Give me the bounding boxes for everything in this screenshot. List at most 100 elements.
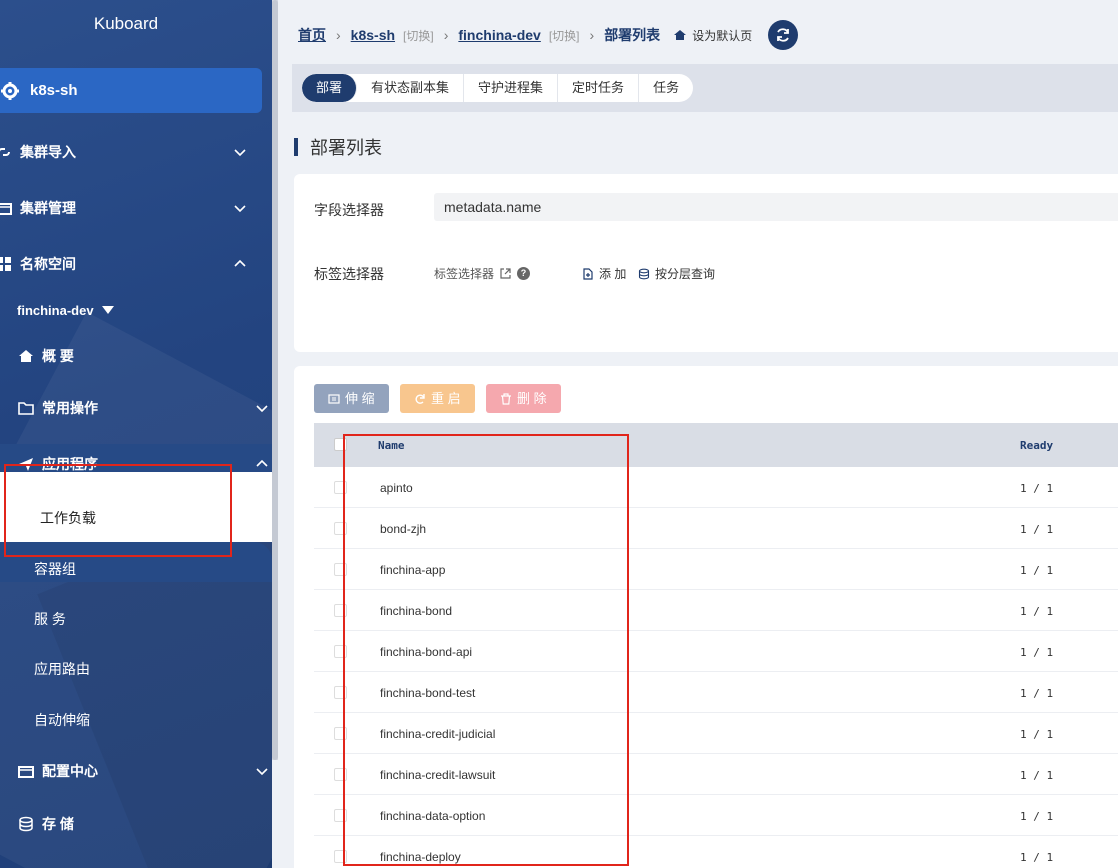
brand-logo: Kuboard: [93, 14, 159, 33]
set-default-label: 设为默认页: [692, 28, 753, 43]
deployment-name[interactable]: finchina-bond-test: [380, 686, 475, 700]
sidebar-item-storage[interactable]: 存 储: [18, 804, 272, 844]
deployment-ready: 1 / 1: [1020, 605, 1054, 618]
sidebar-item-services[interactable]: 服 务: [34, 609, 66, 629]
breadcrumb-home[interactable]: 首页: [298, 25, 326, 45]
sidebar-item-common-ops[interactable]: 常用操作: [18, 388, 272, 428]
deployment-table-panel: 伸 缩 重 启 删 除 Name Ready apinto 1 / 1 bond…: [294, 366, 1118, 868]
row-checkbox[interactable]: [334, 850, 347, 863]
chevron-right-icon: ›: [336, 27, 341, 43]
sidebar-scrollbar[interactable]: [272, 0, 278, 760]
tab-jobs[interactable]: 任务: [639, 74, 693, 102]
table-row[interactable]: finchina-credit-judicial 1 / 1: [314, 713, 1118, 754]
hierarchical-query-text: 按分层查询: [655, 267, 716, 281]
breadcrumb-current: 部署列表: [604, 27, 661, 43]
resize-icon: [328, 393, 340, 404]
row-checkbox[interactable]: [334, 481, 347, 494]
table-row[interactable]: bond-zjh 1 / 1: [314, 508, 1118, 549]
row-checkbox[interactable]: [334, 809, 347, 822]
page-title-text: 部署列表: [310, 138, 382, 158]
sidebar-item-pods[interactable]: 容器组: [34, 559, 76, 579]
sidebar-cluster-k8s-sh[interactable]: k8s-sh: [0, 68, 262, 113]
refresh-icon: [777, 28, 790, 42]
row-checkbox[interactable]: [334, 522, 347, 535]
deployment-name[interactable]: apinto: [380, 481, 413, 495]
sidebar-item-overview[interactable]: 概 要: [18, 336, 272, 376]
sidebar-item-config-center[interactable]: 配置中心: [18, 751, 272, 791]
deployment-ready: 1 / 1: [1020, 646, 1054, 659]
select-all-checkbox[interactable]: [334, 438, 347, 451]
chevron-down-icon: [234, 149, 246, 157]
sidebar-item-label: 集群导入: [20, 144, 76, 160]
breadcrumb-cluster[interactable]: k8s-sh: [351, 27, 395, 43]
namespace-selector[interactable]: finchina-dev: [17, 290, 272, 330]
sidebar-item-apps[interactable]: 应用程序: [18, 444, 272, 484]
restart-label: 重 启: [431, 391, 461, 406]
row-checkbox[interactable]: [334, 727, 347, 740]
table-row[interactable]: finchina-credit-lawsuit 1 / 1: [314, 754, 1118, 795]
deployment-name[interactable]: finchina-deploy: [380, 850, 461, 864]
table-row[interactable]: finchina-data-option 1 / 1: [314, 795, 1118, 836]
table-row[interactable]: finchina-deploy 1 / 1: [314, 836, 1118, 868]
breadcrumb-namespace[interactable]: finchina-dev: [458, 27, 540, 43]
deployment-name[interactable]: finchina-data-option: [380, 809, 485, 823]
deployment-name[interactable]: finchina-bond-api: [380, 645, 472, 659]
breadcrumb-cluster-switch[interactable]: [切换]: [403, 27, 434, 44]
row-checkbox[interactable]: [334, 686, 347, 699]
row-checkbox[interactable]: [334, 645, 347, 658]
row-checkbox[interactable]: [334, 604, 347, 617]
tab-cronjobs[interactable]: 定时任务: [558, 74, 640, 102]
row-checkbox[interactable]: [334, 768, 347, 781]
help-icon[interactable]: ?: [517, 267, 531, 280]
deployment-name[interactable]: finchina-credit-judicial: [380, 727, 495, 741]
hierarchical-query-button[interactable]: 按分层查询: [638, 265, 715, 282]
deployment-name[interactable]: finchina-credit-lawsuit: [380, 768, 495, 782]
field-selector-label: 字段选择器: [314, 202, 384, 218]
sidebar: Kuboard k8s-sh 集群导入 集群管理 名称空间 finchina-d…: [0, 0, 272, 868]
sidebar-item-workloads[interactable]: 工作负载: [0, 472, 272, 542]
deployment-ready: 1 / 1: [1020, 523, 1054, 536]
table-row[interactable]: finchina-bond-api 1 / 1: [314, 631, 1118, 672]
sidebar-item-label: 名称空间: [20, 256, 76, 272]
deployment-name[interactable]: bond-zjh: [380, 522, 426, 536]
table-row[interactable]: apinto 1 / 1: [314, 467, 1118, 508]
sidebar-item-cluster-manage[interactable]: 集群管理: [0, 188, 268, 228]
scale-label: 伸 缩: [345, 391, 375, 406]
sidebar-item-namespace[interactable]: 名称空间: [0, 244, 268, 284]
tab-deployments[interactable]: 部署: [302, 74, 358, 102]
scale-button[interactable]: 伸 缩: [314, 384, 389, 413]
add-label-button[interactable]: 添 加: [582, 265, 626, 282]
label-selector-link[interactable]: 标签选择器 ?: [434, 265, 531, 282]
table-row[interactable]: finchina-app 1 / 1: [314, 549, 1118, 590]
table-row[interactable]: finchina-bond-test 1 / 1: [314, 672, 1118, 713]
breadcrumb-namespace-switch[interactable]: [切换]: [549, 27, 580, 44]
send-icon: [19, 458, 33, 471]
column-header-ready[interactable]: Ready: [1020, 439, 1053, 452]
set-default-page-link[interactable]: 设为默认页: [674, 27, 752, 44]
restart-button[interactable]: 重 启: [400, 384, 475, 413]
table-row[interactable]: finchina-bond 1 / 1: [314, 590, 1118, 631]
sidebar-cluster-label: k8s-sh: [30, 82, 78, 99]
deployment-ready: 1 / 1: [1020, 851, 1054, 864]
column-header-name[interactable]: Name: [378, 439, 405, 452]
sidebar-item-ingress[interactable]: 应用路由: [34, 659, 90, 679]
chevron-down-icon: [256, 768, 268, 776]
sidebar-item-label: 配置中心: [42, 763, 98, 779]
tab-daemonsets[interactable]: 守护进程集: [464, 74, 559, 102]
field-selector-input[interactable]: metadata.name: [434, 193, 1118, 221]
caret-down-icon: [101, 306, 114, 314]
sidebar-item-autoscale[interactable]: 自动伸缩: [34, 710, 90, 730]
delete-button[interactable]: 删 除: [486, 384, 561, 413]
row-checkbox[interactable]: [334, 563, 347, 576]
sidebar-item-label: 存 储: [42, 816, 74, 832]
tab-statefulsets[interactable]: 有状态副本集: [357, 74, 465, 102]
add-label-text: 添 加: [599, 267, 627, 281]
deployment-name[interactable]: finchina-app: [380, 563, 445, 577]
deployment-name[interactable]: finchina-bond: [380, 604, 452, 618]
refresh-button[interactable]: [768, 20, 799, 50]
home-icon: [674, 30, 687, 40]
sidebar-item-cluster-import[interactable]: 集群导入: [0, 132, 268, 172]
label-selector-link-text: 标签选择器: [434, 267, 495, 281]
folder-icon: [18, 766, 34, 778]
chevron-down-icon: [256, 405, 268, 413]
